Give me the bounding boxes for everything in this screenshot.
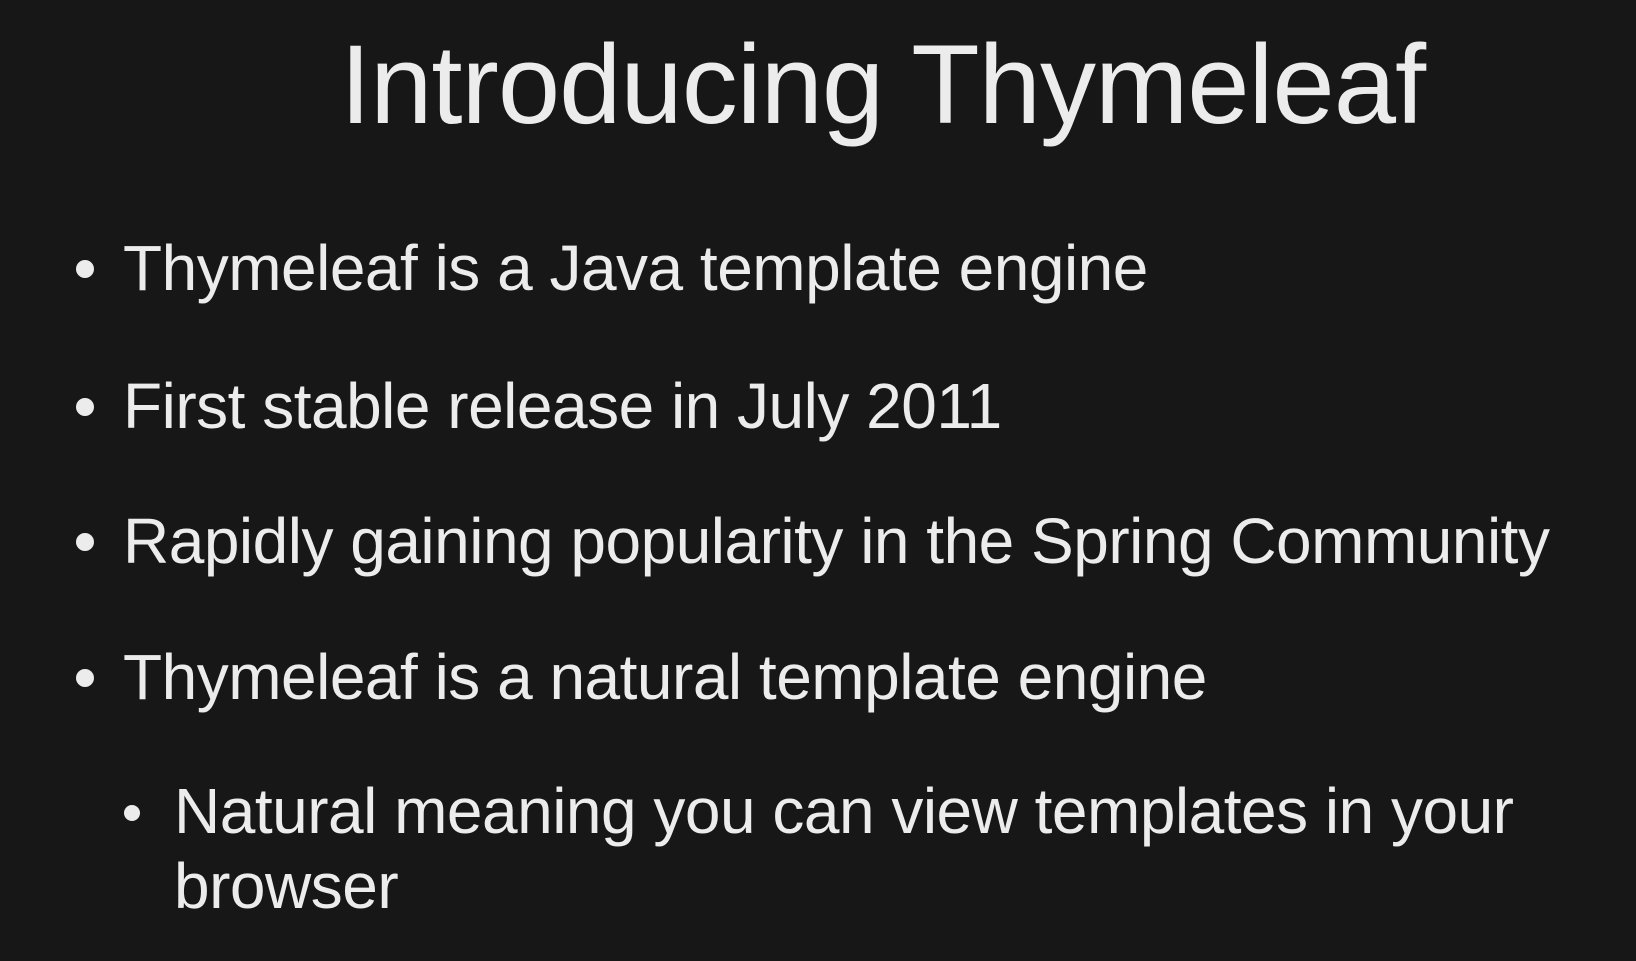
sub-bullet-icon [124, 805, 140, 821]
bullet-item: Thymeleaf is a Java template engine [123, 232, 1148, 304]
bullet-item: First stable release in July 2011 [123, 370, 1002, 442]
bullet-icon [76, 260, 94, 278]
sub-bullet-item: Natural meaning you can view templates i… [174, 775, 1514, 922]
bullet-item: Rapidly gaining popularity in the Spring… [123, 505, 1550, 577]
bullet-icon [76, 398, 94, 416]
bullet-item: Thymeleaf is a natural template engine [123, 641, 1207, 713]
slide-title: Introducing Thymeleaf [340, 22, 1426, 147]
bullet-icon [76, 669, 94, 687]
bullet-icon [76, 533, 94, 551]
